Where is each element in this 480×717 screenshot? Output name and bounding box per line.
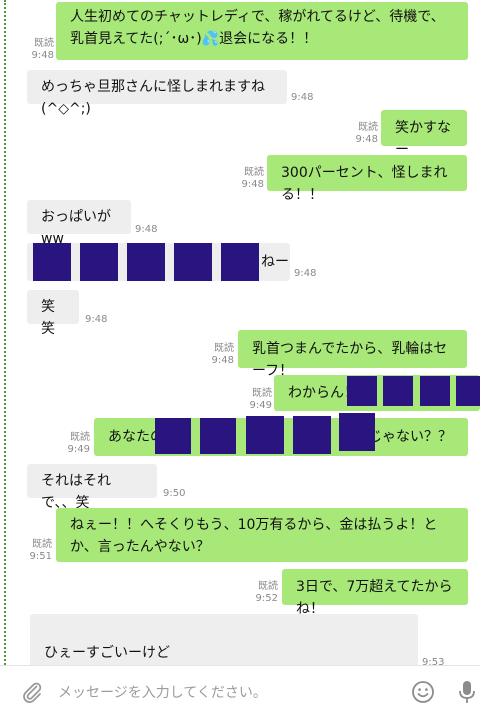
paperclip-icon[interactable] [20,680,44,704]
message-time: 9:48 [291,92,314,103]
message-bubble-outgoing[interactable]: 笑かすなー [381,110,467,158]
message-text: 笑笑 [41,299,55,337]
read-receipt: 既読 9:48 [31,38,54,61]
microphone-icon[interactable] [457,679,477,705]
message-text: じゃない？？ [368,429,452,445]
smiley-icon[interactable] [411,680,435,704]
message-input[interactable]: メッセージを入力してください。 [58,682,267,702]
redaction-block [246,416,284,454]
redaction-block [127,243,165,281]
message-text: 人生初めてのチャットレディで、稼がれてるけど、待機で、乳首見えてた(;´･ω･)… [70,9,445,47]
redaction-block [293,416,331,454]
message-bubble-incoming[interactable]: ひぇーすごいーけど なんだろう、、、せっかく稼げてるのに自分で台無しにしとる、、… [30,614,418,665]
message-bubble-outgoing[interactable]: 人生初めてのチャットレディで、稼がれてるけど、待機で、乳首見えてた(;´･ω･)… [56,2,468,60]
message-bubble-incoming[interactable]: 笑笑 [27,290,79,337]
read-receipt: 既読 9:51 [29,539,52,562]
message-text: 乳首つまんでたから、乳輪はセーフ！ [252,341,448,379]
redaction-block [456,376,480,406]
message-input-bar: メッセージを入力してください。 [0,665,480,717]
redaction-block [420,376,450,406]
redaction-block [221,243,259,281]
read-receipt: 既読 9:52 [255,581,278,604]
message-text: 3日で、7万超えてたからね！ [296,579,453,617]
message-text: ひぇーすごいーけど なんだろう、、、せっかく稼げてるのに自分で台無しにしとる、、… [44,645,170,661]
message-time: 9:50 [163,488,186,499]
message-time: 9:48 [85,314,108,325]
read-receipt: 既読 9:48 [211,343,234,366]
guide-line [4,0,6,665]
message-time: 9:48 [135,224,158,235]
message-text: 300パーセント、怪しまれる！！ [281,165,448,203]
chat-area: 人生初めてのチャットレディで、稼がれてるけど、待機で、乳首見えてた(;´･ω･)… [0,0,480,665]
message-text: めっちゃ旦那さんに怪しまれますね(^◇^;) [41,79,265,117]
message-bubble-incoming[interactable]: それはそれで、、笑 [27,464,157,511]
message-bubble-incoming[interactable]: めっちゃ旦那さんに怪しまれますね(^◇^;) [27,70,287,117]
redaction-block [347,376,377,406]
message-text: ねぇー！！へそくりもう、10万有るから、金は払うよ！とか、言ったんやない？ [70,517,438,555]
redaction-block [33,243,71,281]
read-receipt: 既読 9:49 [67,432,90,455]
redaction-block [155,418,191,454]
message-text: 笑かすなー [395,120,451,158]
message-bubble-outgoing[interactable]: 3日で、7万超えてたからね！ [282,569,468,617]
read-receipt: 既読 9:49 [249,388,272,411]
message-bubble-outgoing[interactable]: 乳首つまんでたから、乳輪はセーフ！ [238,330,467,379]
message-bubble-outgoing[interactable]: ねぇー！！へそくりもう、10万有るから、金は払うよ！とか、言ったんやない？ [56,508,468,562]
message-time: 9:53 [422,657,445,665]
message-text: それはそれで、、笑 [41,473,111,511]
message-text: おっぱいがww [41,209,111,247]
redaction-block [339,413,375,451]
message-bubble-incoming[interactable]: おっぱいがww [27,200,131,247]
redaction-block [383,376,413,406]
message-bubble-outgoing[interactable]: 300パーセント、怪しまれる！！ [267,155,467,203]
redaction-block [80,243,118,281]
redaction-block [200,418,236,454]
redaction-block [174,243,212,281]
read-receipt: 既読 9:48 [241,167,264,190]
message-time: 9:48 [294,268,317,279]
message-text: ねー [261,254,289,270]
read-receipt: 既読 9:48 [355,122,378,145]
